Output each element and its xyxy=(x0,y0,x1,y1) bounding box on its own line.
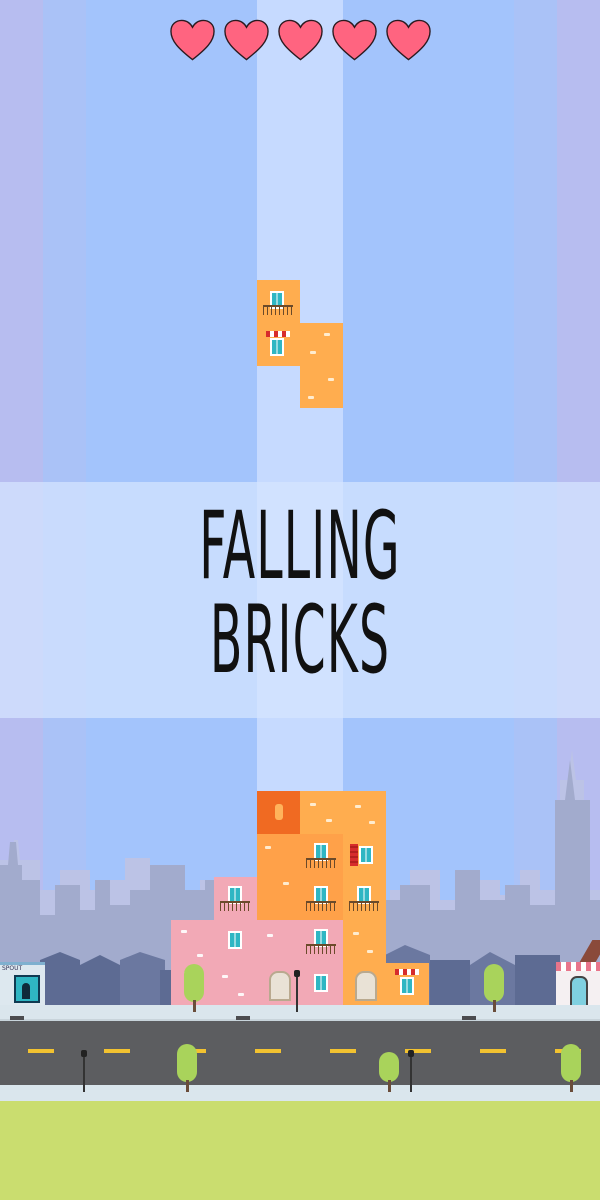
brick xyxy=(214,963,257,1006)
heart-icon xyxy=(169,19,215,61)
lane-marking xyxy=(28,1049,54,1053)
brick xyxy=(214,877,257,920)
awning-icon xyxy=(395,969,419,975)
brick xyxy=(343,834,386,877)
window-icon xyxy=(359,846,373,864)
window-icon xyxy=(270,338,284,356)
lane-marking xyxy=(330,1049,356,1053)
drain xyxy=(462,1016,476,1020)
brick xyxy=(343,791,386,834)
game-screen[interactable]: FALLING BRICKS SPOUT xyxy=(0,0,600,1200)
drain xyxy=(236,1016,250,1020)
door-icon xyxy=(355,971,377,1001)
heart-icon xyxy=(385,19,431,61)
brick xyxy=(300,834,343,877)
door-icon xyxy=(269,971,291,1001)
brick xyxy=(343,920,386,963)
brick xyxy=(386,963,429,1006)
lane-marking xyxy=(104,1049,130,1053)
balcony-icon xyxy=(349,901,379,911)
grass xyxy=(0,1101,600,1200)
balcony-icon xyxy=(263,305,293,315)
shop-window xyxy=(14,975,40,1003)
brick xyxy=(257,963,300,1006)
window-icon xyxy=(400,977,414,995)
street-lamp-icon xyxy=(408,1050,414,1092)
brick xyxy=(343,877,386,920)
street-lamp-icon xyxy=(81,1050,87,1092)
brick[interactable] xyxy=(300,366,343,408)
window-icon xyxy=(228,931,242,949)
brick xyxy=(300,963,343,1006)
brick[interactable] xyxy=(257,280,300,323)
brick xyxy=(257,920,300,963)
street-lamp-icon xyxy=(294,970,300,1012)
lane-marking xyxy=(255,1049,281,1053)
road xyxy=(0,1021,600,1085)
brick xyxy=(300,877,343,920)
heart-icon xyxy=(331,19,377,61)
title-line-2: BRICKS xyxy=(209,586,391,695)
lane-marking xyxy=(480,1049,506,1053)
brick xyxy=(257,834,300,920)
drain xyxy=(10,1016,24,1020)
brick xyxy=(300,920,343,963)
tree-icon xyxy=(379,1052,399,1092)
brick xyxy=(214,920,257,963)
balcony-icon xyxy=(306,858,336,868)
title-line-1: FALLING xyxy=(199,492,401,601)
brick xyxy=(257,791,300,834)
shop-sign: SPOUT xyxy=(2,965,23,972)
game-title: FALLING BRICKS xyxy=(132,500,468,688)
awning-icon xyxy=(266,331,290,337)
shop-building xyxy=(556,940,600,1008)
brick[interactable] xyxy=(257,323,300,366)
balcony-icon xyxy=(220,901,250,911)
brick xyxy=(343,963,386,1006)
heart-icon xyxy=(277,19,323,61)
shop-building: SPOUT xyxy=(0,962,45,1009)
heart-icon xyxy=(223,19,269,61)
balcony-icon xyxy=(306,944,336,954)
window-icon xyxy=(275,804,283,820)
sidewalk xyxy=(0,1005,600,1019)
brick[interactable] xyxy=(300,323,343,366)
brick xyxy=(300,791,343,834)
sidewalk xyxy=(0,1085,600,1101)
door-icon xyxy=(570,976,588,1008)
lives-bar xyxy=(0,18,600,62)
balcony-icon xyxy=(306,901,336,911)
window-icon xyxy=(314,974,328,992)
shutter-icon xyxy=(350,844,358,866)
